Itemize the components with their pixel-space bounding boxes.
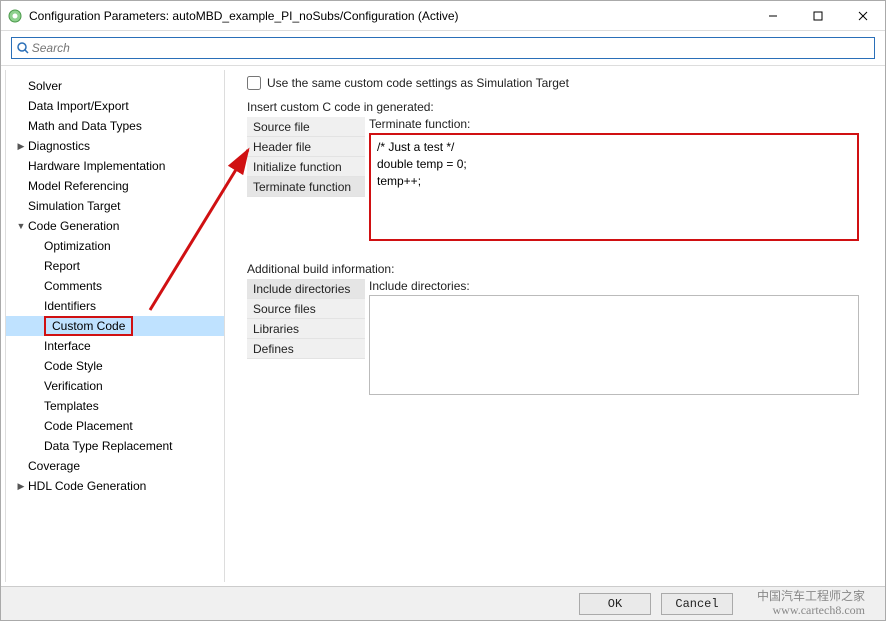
bottom-bar: OK Cancel 中国汽车工程师之家 www.cartech8.com (1, 586, 885, 620)
vtab[interactable]: Include directories (247, 279, 365, 299)
build-info-heading: Additional build information: (247, 262, 859, 276)
minimize-button[interactable] (750, 1, 795, 31)
nav-tree[interactable]: Solver Data Import/Export Math and Data Ty… (5, 70, 225, 582)
tree-item[interactable]: Model Referencing (6, 176, 224, 196)
tree-item-label: Code Placement (44, 419, 133, 433)
tree-item[interactable]: ▼Code Generation (6, 216, 224, 236)
tree-item[interactable]: Data Type Replacement (6, 436, 224, 456)
tree-item-label: Optimization (44, 239, 111, 253)
tree-item-label: Data Type Replacement (44, 439, 173, 453)
tree-item[interactable]: Identifiers (6, 296, 224, 316)
insert-code-heading: Insert custom C code in generated: (247, 100, 859, 114)
tree-item[interactable]: Optimization (6, 236, 224, 256)
right-pane: Use the same custom code settings as Sim… (225, 66, 885, 586)
tree-item[interactable]: Math and Data Types (6, 116, 224, 136)
code-field-label: Terminate function: (369, 117, 859, 131)
tree-item-label: Comments (44, 279, 102, 293)
tree-item[interactable]: Hardware Implementation (6, 156, 224, 176)
tree-item[interactable]: ▶Diagnostics (6, 136, 224, 156)
vtab[interactable]: Source files (247, 299, 365, 319)
tree-item-label: Custom Code (44, 316, 133, 336)
watermark: 中国汽车工程师之家 www.cartech8.com (757, 590, 865, 616)
window-title: Configuration Parameters: autoMBD_exampl… (29, 9, 750, 23)
cancel-button[interactable]: Cancel (661, 593, 733, 615)
tree-item[interactable]: Custom Code (6, 316, 224, 336)
tree-item-label: Report (44, 259, 80, 273)
build-tabs: Include directoriesSource filesLibraries… (247, 279, 365, 359)
ok-button[interactable]: OK (579, 593, 651, 615)
terminate-function-textarea[interactable] (369, 133, 859, 241)
tree-item-label: HDL Code Generation (28, 479, 146, 493)
tree-item-label: Model Referencing (28, 179, 129, 193)
maximize-button[interactable] (795, 1, 840, 31)
tree-item[interactable]: ▶HDL Code Generation (6, 476, 224, 496)
tree-item[interactable]: Report (6, 256, 224, 276)
tree-item-label: Verification (44, 379, 103, 393)
tree-item-label: Solver (28, 79, 62, 93)
tree-item-label: Math and Data Types (28, 119, 142, 133)
tree-item[interactable]: Verification (6, 376, 224, 396)
tree-item-label: Templates (44, 399, 99, 413)
tree-item[interactable]: Simulation Target (6, 196, 224, 216)
vtab[interactable]: Source file (247, 117, 365, 137)
tree-item[interactable]: Interface (6, 336, 224, 356)
chevron-right-icon[interactable]: ▶ (16, 481, 26, 492)
chevron-down-icon[interactable]: ▼ (16, 221, 26, 231)
build-field-label: Include directories: (369, 279, 859, 293)
tree-item-label: Simulation Target (28, 199, 121, 213)
tree-item-label: Code Generation (28, 219, 119, 233)
tree-item[interactable]: Coverage (6, 456, 224, 476)
search-input-container[interactable] (11, 37, 875, 59)
tree-item[interactable]: Code Placement (6, 416, 224, 436)
code-tabs: Source fileHeader fileInitialize functio… (247, 117, 365, 197)
titlebar: Configuration Parameters: autoMBD_exampl… (1, 1, 885, 31)
include-directories-textarea[interactable] (369, 295, 859, 395)
tree-item[interactable]: Code Style (6, 356, 224, 376)
vtab[interactable]: Terminate function (247, 177, 365, 197)
tree-item-label: Identifiers (44, 299, 96, 313)
vtab[interactable]: Header file (247, 137, 365, 157)
app-icon (7, 8, 23, 24)
tree-item[interactable]: Solver (6, 76, 224, 96)
tree-item[interactable]: Data Import/Export (6, 96, 224, 116)
tree-item-label: Code Style (44, 359, 103, 373)
tree-item-label: Data Import/Export (28, 99, 129, 113)
vtab[interactable]: Initialize function (247, 157, 365, 177)
tree-item-label: Hardware Implementation (28, 159, 165, 173)
tree-item[interactable]: Comments (6, 276, 224, 296)
search-icon (16, 41, 30, 55)
same-settings-label: Use the same custom code settings as Sim… (267, 76, 569, 90)
vtab[interactable]: Defines (247, 339, 365, 359)
same-settings-checkbox[interactable] (247, 76, 261, 90)
search-input[interactable] (32, 41, 870, 55)
vtab[interactable]: Libraries (247, 319, 365, 339)
tree-item[interactable]: Templates (6, 396, 224, 416)
tree-item-label: Diagnostics (28, 139, 90, 153)
tree-item-label: Coverage (28, 459, 80, 473)
tree-item-label: Interface (44, 339, 91, 353)
chevron-right-icon[interactable]: ▶ (16, 141, 26, 152)
close-button[interactable] (840, 1, 885, 31)
